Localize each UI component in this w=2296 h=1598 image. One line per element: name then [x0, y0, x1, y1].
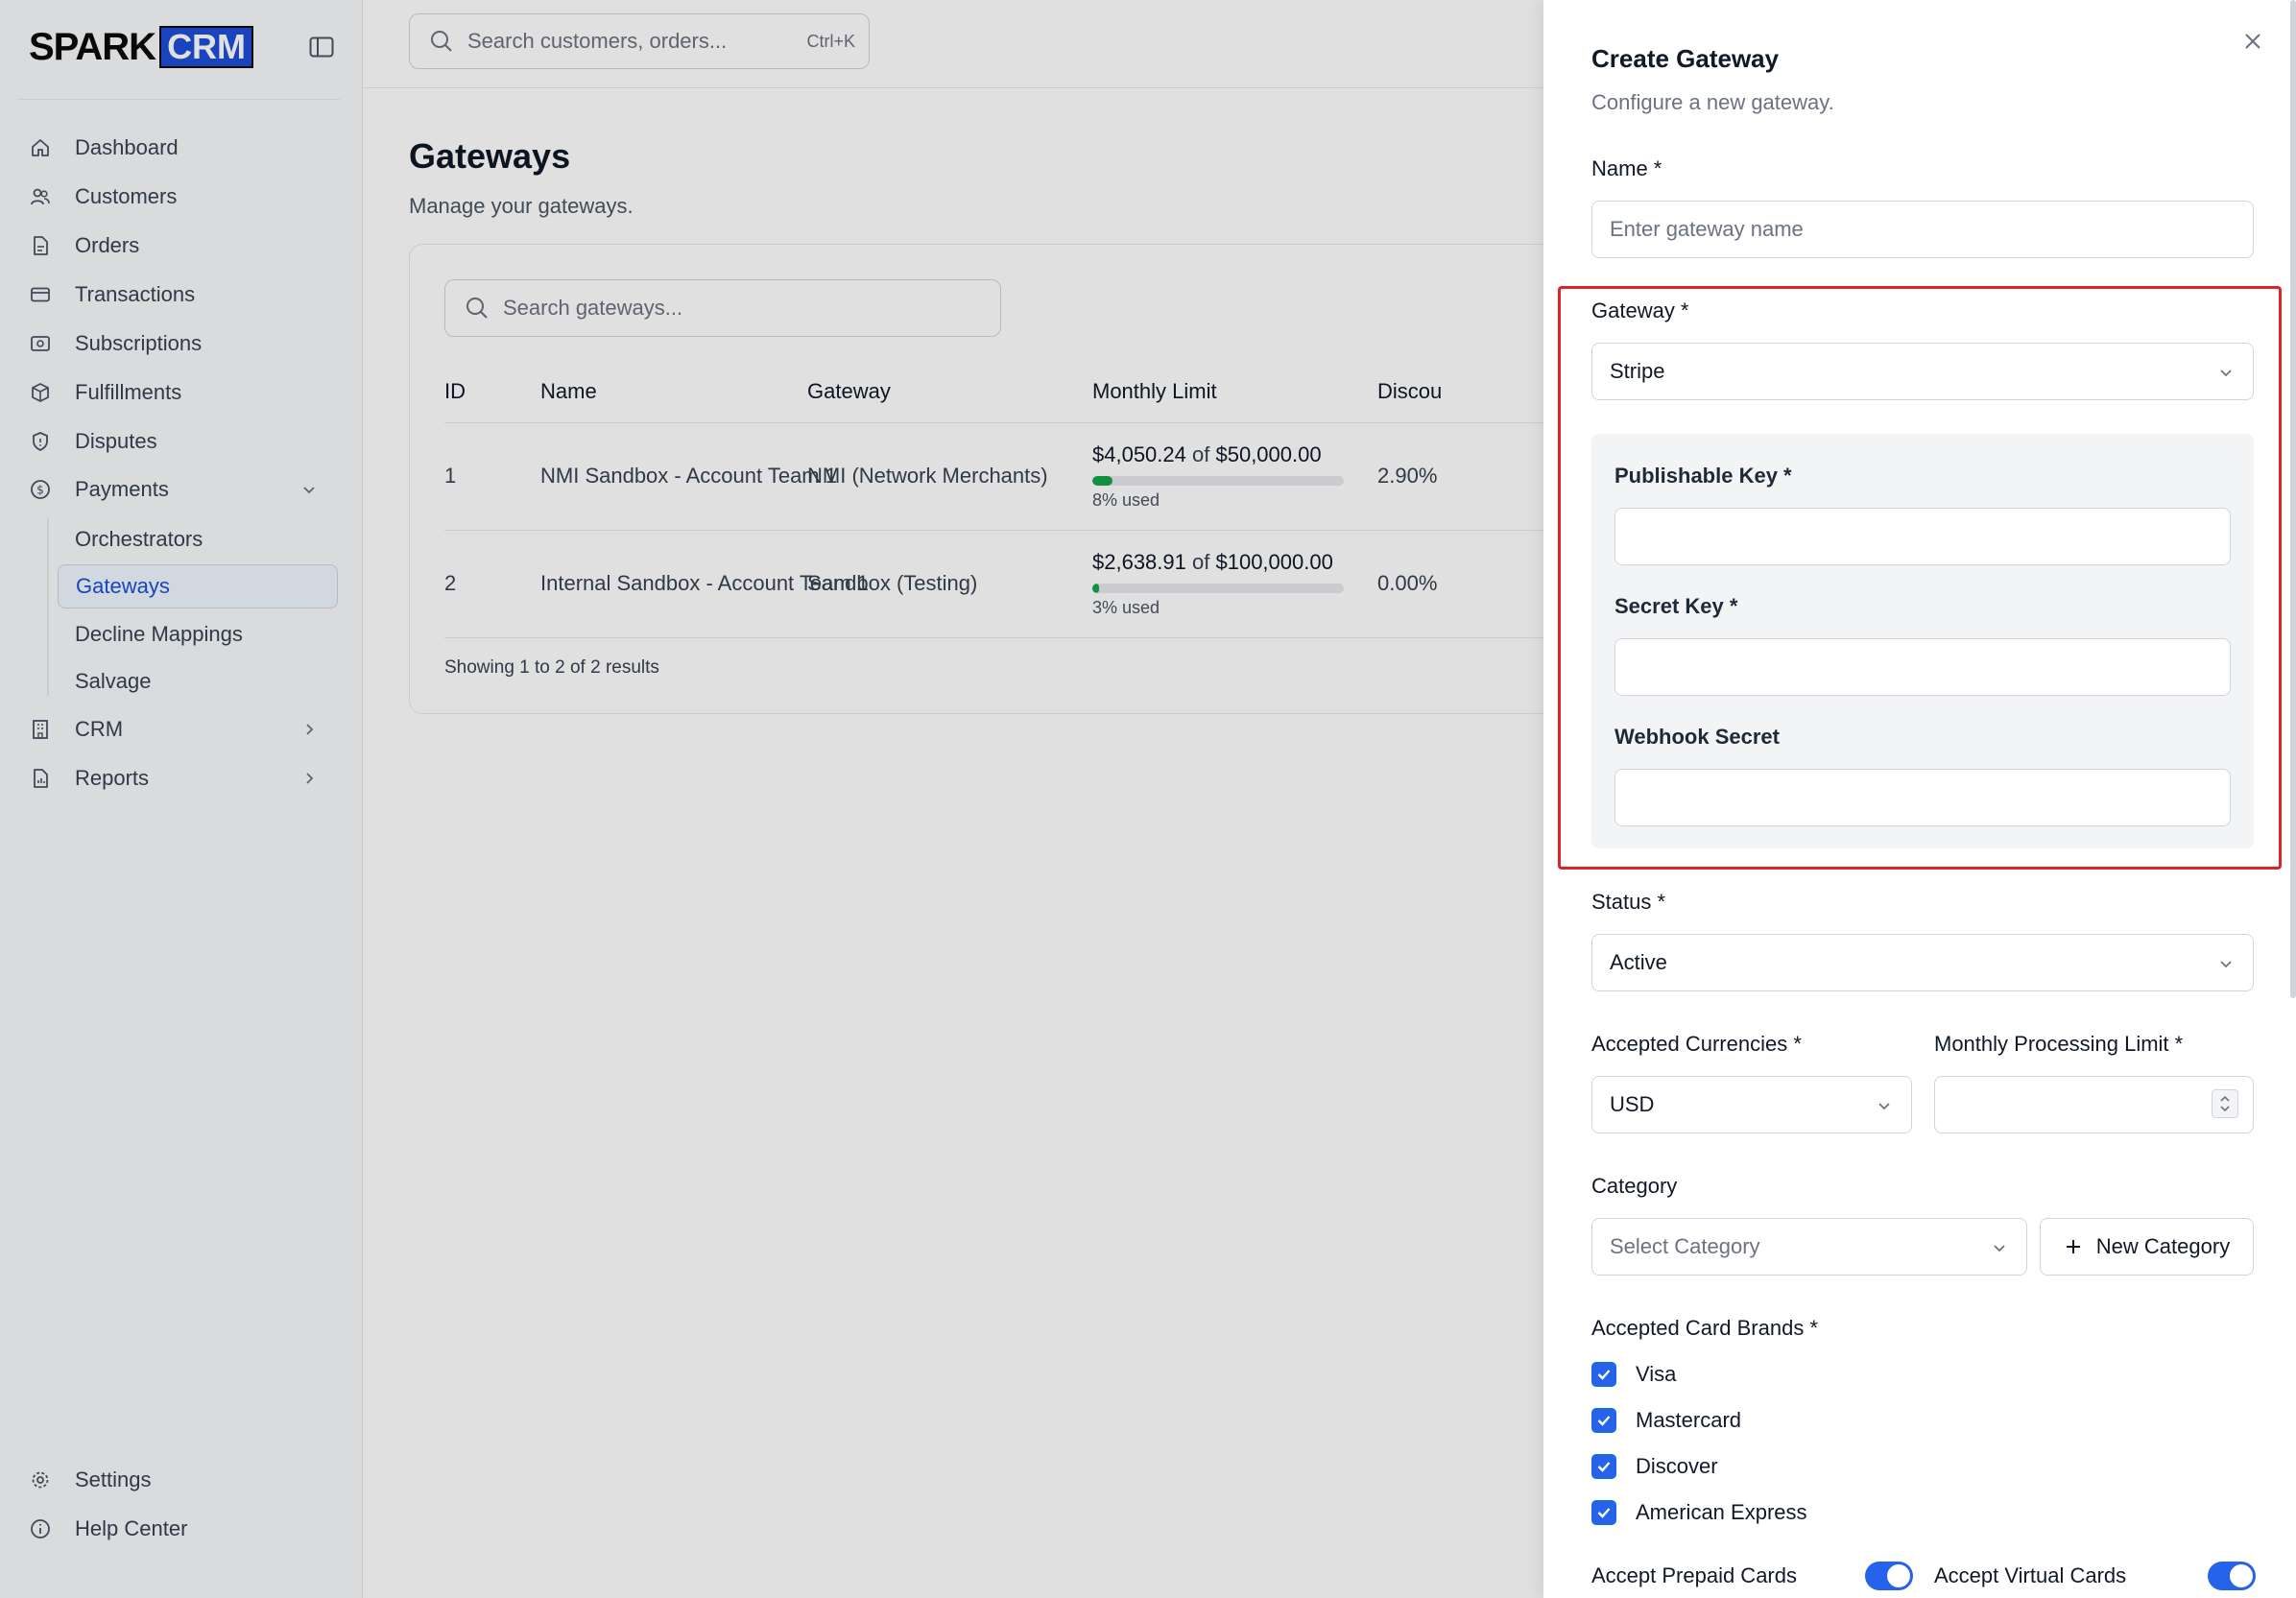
card-brand-label: Visa — [1636, 1362, 1677, 1386]
plus-icon — [2066, 1240, 2080, 1253]
chevron-down-icon — [1988, 1236, 2011, 1259]
currencies-label: Accepted Currencies * — [1591, 1032, 1802, 1056]
drawer-title: Create Gateway — [1591, 44, 1780, 73]
toggle-knob — [1887, 1564, 1910, 1587]
card-brand-visa-checkbox[interactable]: Visa — [1591, 1360, 1676, 1389]
category-label: Category — [1591, 1174, 1678, 1198]
card-brand-mastercard-checkbox[interactable]: Mastercard — [1591, 1406, 1741, 1435]
checkbox-checked[interactable] — [1591, 1500, 1616, 1525]
monthly-limit-field — [1934, 1076, 2254, 1133]
app-root: SPARK CRM Dashboard Customers Orders Tra… — [0, 0, 2296, 1598]
close-drawer-button[interactable] — [2238, 27, 2267, 56]
monthly-limit-input[interactable] — [1934, 1076, 2254, 1133]
check-icon — [1597, 1462, 1611, 1472]
card-brands-label: Accepted Card Brands * — [1591, 1316, 1819, 1340]
check-icon — [1597, 1370, 1611, 1380]
drawer-subtitle: Configure a new gateway. — [1591, 90, 1834, 114]
chevron-up-down-icon — [2220, 1095, 2230, 1112]
new-category-label: New Category — [2095, 1234, 2231, 1258]
drawer-scrollbar[interactable] — [2290, 0, 2296, 998]
accept-prepaid-toggle[interactable] — [1865, 1562, 1913, 1590]
card-brand-label: Mastercard — [1636, 1408, 1742, 1432]
create-gateway-drawer: Create Gateway Configure a new gateway. … — [1543, 0, 2296, 1598]
accept-virtual-toggle[interactable] — [2208, 1562, 2256, 1590]
number-stepper[interactable] — [2212, 1089, 2238, 1118]
webhook-secret-input[interactable] — [1614, 769, 2231, 826]
card-brand-label: American Express — [1636, 1500, 1807, 1524]
accept-prepaid-label: Accept Prepaid Cards — [1591, 1563, 1797, 1587]
currencies-value: USD — [1610, 1092, 1655, 1116]
category-select[interactable]: Select Category — [1591, 1218, 2027, 1276]
checkbox-checked[interactable] — [1591, 1454, 1616, 1479]
gateway-label: Gateway * — [1591, 298, 1689, 322]
monthly-limit-label: Monthly Processing Limit * — [1934, 1032, 2184, 1056]
new-category-button[interactable]: New Category — [2040, 1218, 2254, 1276]
card-brand-discover-checkbox[interactable]: Discover — [1591, 1452, 1718, 1481]
toggle-knob — [2230, 1564, 2253, 1587]
card-brand-label: Discover — [1636, 1454, 1718, 1478]
gateway-name-input[interactable] — [1591, 201, 2254, 258]
status-select[interactable]: Active — [1591, 934, 2254, 991]
gateway-type-value: Stripe — [1610, 359, 1665, 383]
publishable-key-label: Publishable Key * — [1614, 464, 1792, 488]
card-brand-amex-checkbox[interactable]: American Express — [1591, 1498, 1807, 1527]
chevron-down-icon — [1873, 1094, 1896, 1117]
checkbox-checked[interactable] — [1591, 1408, 1616, 1433]
publishable-key-input[interactable] — [1614, 508, 2231, 565]
check-icon — [1597, 1416, 1611, 1426]
status-label: Status * — [1591, 890, 1666, 914]
chevron-down-icon — [2214, 361, 2237, 384]
webhook-secret-label: Webhook Secret — [1614, 725, 1780, 749]
secret-key-label: Secret Key * — [1614, 594, 1738, 618]
secret-key-input[interactable] — [1614, 638, 2231, 696]
modal-backdrop[interactable] — [0, 0, 1543, 1598]
checkbox-checked[interactable] — [1591, 1362, 1616, 1387]
currencies-select[interactable]: USD — [1591, 1076, 1912, 1133]
accept-virtual-label: Accept Virtual Cards — [1934, 1563, 2127, 1587]
chevron-down-icon — [2214, 952, 2237, 975]
check-icon — [1597, 1508, 1611, 1518]
name-label: Name * — [1591, 156, 1662, 180]
gateway-type-select[interactable]: Stripe — [1591, 343, 2254, 400]
category-placeholder: Select Category — [1610, 1234, 1760, 1258]
close-icon — [2245, 34, 2260, 49]
status-value: Active — [1610, 950, 1667, 974]
